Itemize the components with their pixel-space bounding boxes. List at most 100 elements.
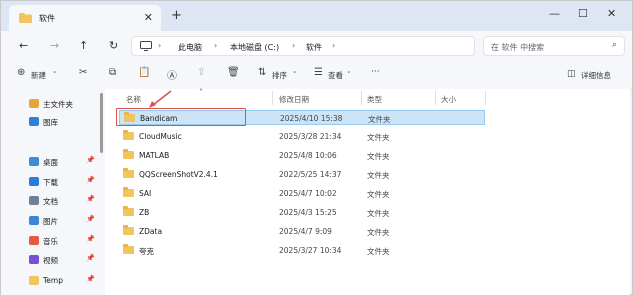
search-box[interactable]: 在 软件 中搜索 ⌕ [483,36,625,56]
file-row[interactable]: ZB 2025/4/3 15:25 文件夹 [119,205,485,220]
cut-icon[interactable]: ✂ [79,67,87,78]
view-icon[interactable]: ☰ [314,67,323,78]
file-date: 2022/5/25 14:37 [279,170,342,179]
file-date: 2025/4/7 10:02 [279,189,337,198]
file-name: ZB [139,208,150,217]
file-date: 2025/4/10 15:38 [280,114,343,123]
file-type: 文件夹 [367,152,390,161]
sidebar-item-label: 视频 [43,256,58,265]
command-bar: ⊕ 新建 ˅ ✂ ⧉ 📋 Ⓐ ⇪ 🗑 ⇅ 排序 ˅ ☰ 查看 ˅ ··· ◫ 详… [1,61,632,90]
sidebar-item-label: 图库 [43,118,58,127]
new-button-label[interactable]: 新建 [31,70,46,81]
up-button[interactable]: ↑ [79,39,88,52]
tab-software[interactable]: 软件 ✕ [9,5,161,31]
folder-icon [29,276,39,285]
file-row[interactable]: SAI 2025/4/7 10:02 文件夹 [119,186,485,201]
pin-icon[interactable]: 📌 [86,235,95,243]
details-button-label[interactable]: 详细信息 [581,70,611,81]
breadcrumb-this-pc[interactable]: 此电脑 [178,42,202,53]
minimize-button[interactable]: — [549,7,560,20]
view-button-label[interactable]: 查看 [328,70,343,81]
breadcrumb-software[interactable]: 软件 [306,42,322,53]
maximize-button[interactable]: ☐ [578,7,588,20]
sidebar-item-label: 音乐 [43,237,58,246]
pictures-icon [29,216,39,225]
folder-icon [123,168,134,178]
sidebar-item[interactable]: 图片 📌 [1,214,101,228]
delete-icon[interactable]: 🗑 [227,67,240,78]
sidebar-item[interactable]: 文档 📌 [1,194,101,208]
sidebar-item-label: 图片 [43,217,58,226]
address-bar[interactable]: › 此电脑 › 本地磁盘 (C:) › 软件 › [131,36,475,56]
more-options-button[interactable]: ··· [371,67,380,77]
breadcrumb-local-disk[interactable]: 本地磁盘 (C:) [230,42,279,53]
folder-icon [123,187,134,197]
pin-icon[interactable]: 📌 [86,275,95,283]
new-tab-button[interactable]: + [171,8,182,23]
file-row[interactable]: CloudMusic 2025/3/28 21:34 文件夹 [119,129,485,144]
sidebar-item[interactable]: 图库 [1,115,101,129]
breadcrumb-separator-icon: › [158,41,162,50]
column-header-size[interactable]: 大小 [441,94,456,105]
pin-icon[interactable]: 📌 [86,215,95,223]
close-button[interactable]: ✕ [607,7,616,20]
sidebar-item-label: Temp [43,276,63,285]
details-pane-icon[interactable]: ◫ [567,69,576,79]
pin-icon[interactable]: 📌 [86,176,95,184]
rename-icon[interactable]: Ⓐ [167,67,177,82]
column-header-type[interactable]: 类型 [367,94,382,105]
column-divider[interactable] [435,91,436,105]
file-name: ZData [139,227,163,236]
file-date: 2025/4/3 15:25 [279,208,337,217]
sidebar-item-label: 主文件夹 [43,100,73,109]
search-icon: ⌕ [611,40,617,50]
pin-icon[interactable]: 📌 [86,254,95,262]
sidebar-item[interactable]: 桌面 📌 [1,155,101,169]
view-dropdown-chevron-icon[interactable]: ˅ [347,71,351,79]
file-row[interactable]: MATLAB 2025/4/8 10:06 文件夹 [119,148,485,163]
file-type: 文件夹 [367,171,390,180]
file-date: 2025/4/8 10:06 [279,151,337,160]
file-row[interactable]: 夸克 2025/3/27 10:34 文件夹 [119,243,485,258]
folder-icon [123,225,134,235]
column-divider[interactable] [485,91,486,105]
new-dropdown-chevron-icon[interactable]: ˅ [53,71,57,79]
file-row[interactable]: ZData 2025/4/7 9:09 文件夹 [119,224,485,239]
column-divider[interactable] [272,91,273,105]
pin-icon[interactable]: 📌 [86,156,95,164]
sort-button-label[interactable]: 排序 [272,70,287,81]
refresh-button[interactable]: ↻ [109,39,118,52]
forward-button[interactable]: → [50,39,59,52]
sort-ascending-chevron-icon: ˄ [199,88,203,97]
column-divider[interactable] [361,91,362,105]
sidebar-item[interactable]: 音乐 📌 [1,234,101,248]
file-row[interactable]: QQScreenShotV2.4.1 2022/5/25 14:37 文件夹 [119,167,485,182]
file-type: 文件夹 [367,247,390,256]
tab-close-icon[interactable]: ✕ [144,11,153,24]
address-row: ← → ↑ ↻ › 此电脑 › 本地磁盘 (C:) › 软件 › 在 软件 中搜… [1,31,632,61]
pin-icon[interactable]: 📌 [86,195,95,203]
sidebar-item[interactable]: 下载 📌 [1,175,101,189]
sort-icon[interactable]: ⇅ [258,67,266,78]
breadcrumb-separator-icon: › [214,41,218,50]
sidebar-item-label: 下载 [43,178,58,187]
new-icon[interactable]: ⊕ [17,67,25,78]
file-name: QQScreenShotV2.4.1 [139,170,218,179]
file-list: 名称 ˄ 修改日期 类型 大小 Bandicam 2025/4/10 15:38 文… [105,88,630,295]
share-icon[interactable]: ⇪ [197,67,205,78]
sidebar-item[interactable]: Temp 📌 [1,274,101,288]
sidebar-item[interactable]: 视频 📌 [1,253,101,267]
breadcrumb-separator-icon: › [292,41,296,50]
column-header-date[interactable]: 修改日期 [279,94,309,105]
folder-icon [123,244,134,254]
folder-icon [19,13,32,23]
sort-dropdown-chevron-icon[interactable]: ˅ [293,71,297,79]
copy-icon[interactable]: ⧉ [109,67,116,78]
navigation-pane: 主文件夹 图库 桌面 📌 下载 📌 文档 📌 图片 📌 音乐 📌 视频 📌 Temp 📌 [1,89,105,295]
paste-icon[interactable]: 📋 [138,67,150,78]
back-button[interactable]: ← [19,39,28,52]
annotation-arrow-icon [149,90,172,108]
sidebar-item[interactable]: 主文件夹 [1,97,101,111]
folder-icon [123,130,134,140]
tab-title: 软件 [39,14,55,23]
